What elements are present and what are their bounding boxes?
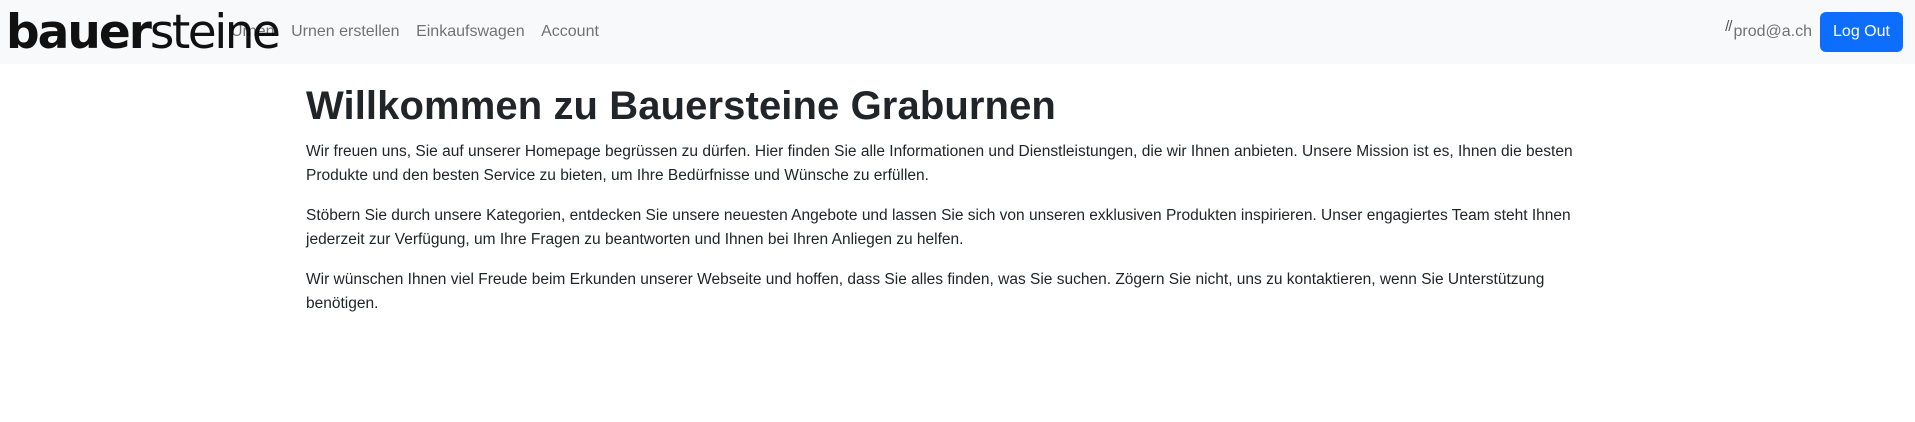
intro-paragraph-3: Wir wünschen Ihnen viel Freude beim Erku… xyxy=(306,271,1545,312)
nav-link-urnen[interactable]: Urnen xyxy=(231,15,275,49)
user-info: // prod@a.ch xyxy=(1725,18,1812,41)
nav-link-urnen-erstellen[interactable]: Urnen erstellen xyxy=(291,15,400,49)
user-icon: // xyxy=(1725,17,1732,35)
main-content: Willkommen zu Bauersteine Graburnen Wir … xyxy=(306,82,1606,332)
user-email: prod@a.ch xyxy=(1733,23,1812,40)
nav-link-account[interactable]: Account xyxy=(541,15,599,49)
logout-button[interactable]: Log Out xyxy=(1820,12,1903,52)
nav-links: Urnen Urnen erstellen Einkaufswagen Acco… xyxy=(231,0,615,64)
page-title: Willkommen zu Bauersteine Graburnen xyxy=(306,84,1056,128)
top-navbar: bauer steine Urnen Urnen erstellen Einkau… xyxy=(0,0,1915,64)
intro-paragraph-1: Wir freuen uns, Sie auf unserer Homepage… xyxy=(306,143,1573,184)
nav-right: // prod@a.ch Log Out xyxy=(1725,0,1903,64)
nav-link-einkaufswagen[interactable]: Einkaufswagen xyxy=(416,15,525,49)
brand-logo-bold: bauer xyxy=(6,4,152,60)
intro-paragraph-2: Stöbern Sie durch unsere Kategorien, ent… xyxy=(306,207,1571,248)
